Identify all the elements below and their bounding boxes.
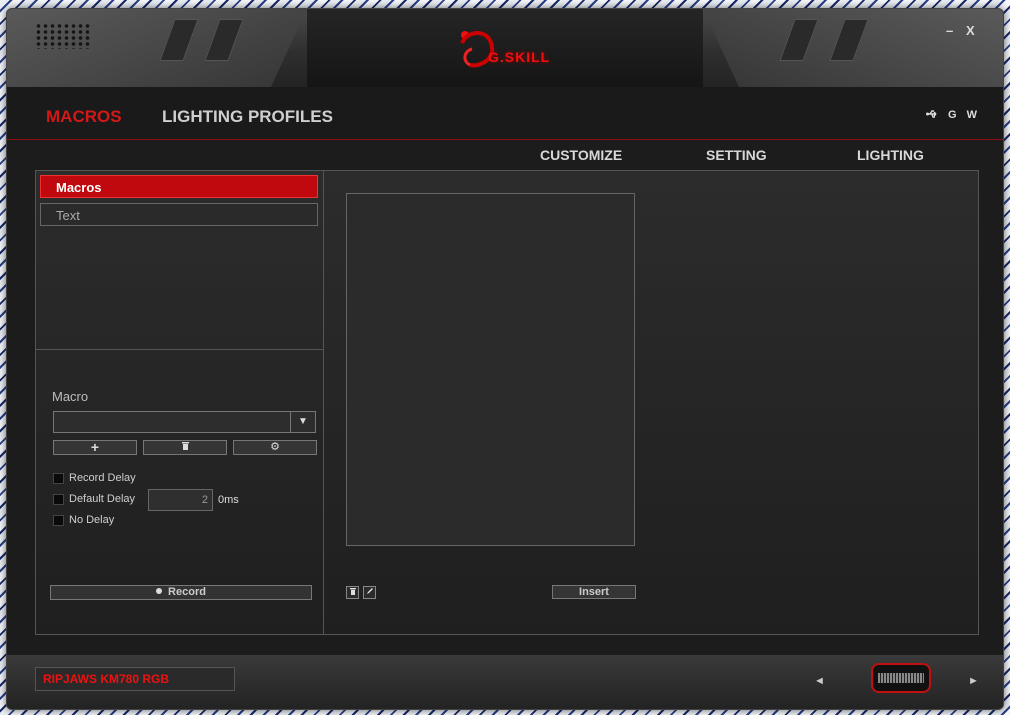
record-label: Record: [168, 586, 206, 598]
record-button[interactable]: Record: [50, 585, 312, 600]
default-delay-label: Default Delay: [69, 493, 136, 505]
list-item-macros[interactable]: Macros: [40, 175, 318, 198]
gear-icon: ⚙: [270, 441, 280, 453]
macro-label: Macro: [52, 389, 89, 404]
delete-step-button[interactable]: [346, 586, 359, 599]
record-delay-label: Record Delay: [69, 472, 136, 484]
add-macro-button[interactable]: +: [53, 440, 137, 455]
pencil-icon: [366, 588, 373, 594]
gskill-logo: G.SKILL: [452, 23, 562, 77]
subnav-setting[interactable]: SETTING: [706, 147, 767, 163]
title-bar: G.SKILL – X: [7, 9, 1003, 87]
header-icons: G W: [926, 109, 977, 121]
subnav-customize[interactable]: CUSTOMIZE: [540, 147, 622, 163]
triangle-right-icon[interactable]: ►: [968, 675, 979, 687]
brand-name: G.SKILL: [488, 49, 551, 65]
subnav-lighting[interactable]: LIGHTING: [857, 147, 924, 163]
chevron-down-icon[interactable]: ▼: [290, 412, 315, 432]
default-delay-input[interactable]: 2: [148, 489, 213, 511]
device-name: RIPJAWS KM780 RGB: [35, 667, 235, 691]
record-delay-checkbox[interactable]: [53, 473, 64, 484]
w-profile-button[interactable]: W: [967, 109, 977, 121]
list-item-text[interactable]: Text: [40, 203, 318, 226]
delay-unit: 0ms: [218, 494, 239, 506]
keyboard-device-icon[interactable]: [871, 663, 931, 693]
insert-button[interactable]: Insert: [552, 585, 636, 599]
trash-icon: [181, 442, 189, 450]
left-panel: Macros Text Macro ▼ + ⚙ Record Delay Def…: [36, 171, 324, 634]
record-dot-icon: [156, 588, 163, 594]
macro-select[interactable]: ▼: [53, 411, 316, 433]
footer-bar: RIPJAWS KM780 RGB ◄ ►: [7, 655, 1003, 709]
macro-settings-button[interactable]: ⚙: [233, 440, 317, 455]
speaker-grille: [35, 23, 91, 49]
macro-editor[interactable]: [346, 193, 635, 546]
plus-icon: +: [90, 439, 100, 455]
tab-macros[interactable]: MACROS: [46, 107, 122, 127]
main-nav: MACROS LIGHTING PROFILES G W: [7, 87, 1003, 140]
macro-type-list: Macros Text: [36, 171, 323, 350]
delete-macro-button[interactable]: [143, 440, 227, 455]
default-delay-checkbox[interactable]: [53, 494, 64, 505]
tab-lighting-profiles[interactable]: LIGHTING PROFILES: [162, 107, 333, 127]
minimize-button[interactable]: –: [946, 23, 953, 38]
no-delay-checkbox[interactable]: [53, 515, 64, 526]
content-panel: Macros Text Macro ▼ + ⚙ Record Delay Def…: [35, 170, 979, 635]
edit-step-button[interactable]: [363, 586, 376, 599]
triangle-left-icon[interactable]: ◄: [814, 675, 825, 687]
no-delay-label: No Delay: [69, 514, 115, 526]
usb-icon[interactable]: [926, 109, 938, 119]
app-window: G.SKILL – X MACROS LIGHTING PROFILES G W…: [6, 8, 1004, 710]
trash-icon: [349, 588, 356, 595]
close-button[interactable]: X: [966, 23, 975, 38]
g-profile-button[interactable]: G: [948, 109, 957, 121]
